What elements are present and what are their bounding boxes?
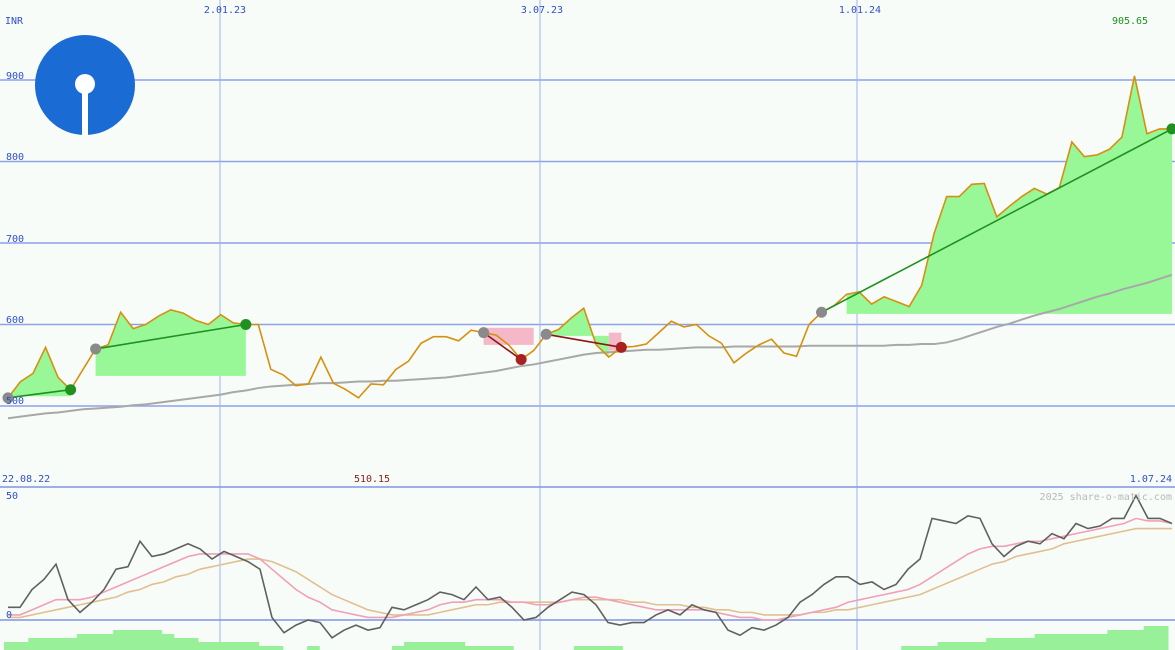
volume-bar-84 [1022,638,1036,650]
volume-bar-77 [937,642,951,650]
watermark: 2025 share-o-matic.com [1040,492,1172,503]
volume-bar-16 [198,642,211,650]
volume-bar-90 [1095,634,1108,650]
volume-bar-41 [501,646,514,650]
volume-bar-95 [1155,626,1169,650]
volume-bar-37 [452,642,466,650]
volume-bar-18 [222,642,235,650]
volume-bar-35 [428,642,441,650]
sbi-share-chart: INR 2.01.23 3.07.23 1.01.24 905.65 510.1… [0,0,1175,650]
volume-bar-93 [1131,630,1145,650]
volume-bar-6 [76,634,90,650]
x-end-label: 1.07.24 [1130,474,1172,485]
volume-bar-15 [185,638,199,650]
volume-bar-87 [1058,634,1072,650]
y-tick-label-900: 900 [6,71,24,82]
volume-bar-21 [258,646,272,650]
volume-bar-49 [598,646,611,650]
min-value-label: 510.15 [354,474,390,485]
volume-bar-86 [1046,634,1060,650]
volume-bar-19 [234,642,247,650]
volume-bar-83 [1010,638,1023,650]
volume-bar-13 [161,634,175,650]
volume-bar-20 [246,642,260,650]
volume-bar-38 [464,646,478,650]
volume-bar-2 [28,638,41,650]
volume-bar-12 [149,630,163,650]
volume-bar-94 [1143,626,1157,650]
lower-y-tick-label-50: 50 [6,491,18,502]
volume-bar-3 [40,638,53,650]
volume-bar-10 [125,630,138,650]
volume-bar-75 [913,646,926,650]
y-tick-label-500: 500 [6,396,24,407]
volume-bar-11 [137,630,150,650]
volume-bar-32 [392,646,405,650]
trend-start-marker-1 [90,343,102,355]
volume-bar-22 [270,646,284,650]
trend-start-marker-3 [540,328,552,340]
trend-start-marker-2 [478,327,490,339]
volume-bar-5 [64,638,78,650]
volume-bar-17 [210,642,223,650]
volume-bar-79 [961,642,975,650]
volume-bar-14 [173,638,187,650]
volume-bar-48 [586,646,599,650]
y-tick-label-600: 600 [6,315,24,326]
lower-y-tick-label-0: 0 [6,610,12,621]
volume-bar-39 [476,646,490,650]
volume-bar-50 [610,646,623,650]
volume-bar-8 [101,634,114,650]
volume-bar-78 [949,642,963,650]
y-tick-label-700: 700 [6,234,24,245]
y-tick-label-800: 800 [6,152,24,163]
volume-bar-74 [901,646,914,650]
volume-bar-9 [113,630,126,650]
x-tick-label-2: 3.07.23 [521,5,563,16]
volume-bar-4 [52,638,66,650]
volume-bar-40 [489,646,502,650]
trend-end-marker-3 [615,341,627,353]
trend-start-marker-4 [816,306,828,318]
trend-end-marker-0 [65,384,77,396]
volume-bar-85 [1034,634,1048,650]
volume-bar-88 [1071,634,1084,650]
trend-end-marker-2 [515,354,527,366]
volume-bar-0 [4,642,17,650]
x-tick-label-3: 1.01.24 [839,5,881,16]
volume-bar-81 [986,638,999,650]
max-value-label: 905.65 [1112,16,1148,27]
volume-bar-47 [573,646,587,650]
volume-bar-89 [1083,634,1096,650]
currency-label: INR [5,16,24,27]
volume-bar-1 [16,642,29,650]
volume-bar-76 [925,646,939,650]
volume-bar-36 [440,642,454,650]
volume-bar-7 [88,634,102,650]
volume-bar-82 [998,638,1011,650]
trend-end-marker-1 [240,319,252,330]
volume-bar-80 [974,642,987,650]
volume-bar-91 [1107,630,1120,650]
downtrend-area-1 [483,327,534,345]
volume-bar-33 [404,642,417,650]
x-tick-label-1: 2.01.23 [204,5,246,16]
volume-bar-25 [307,646,320,650]
volume-bar-92 [1119,630,1133,650]
volume-bar-34 [416,642,429,650]
x-start-label: 22.08.22 [2,474,50,485]
